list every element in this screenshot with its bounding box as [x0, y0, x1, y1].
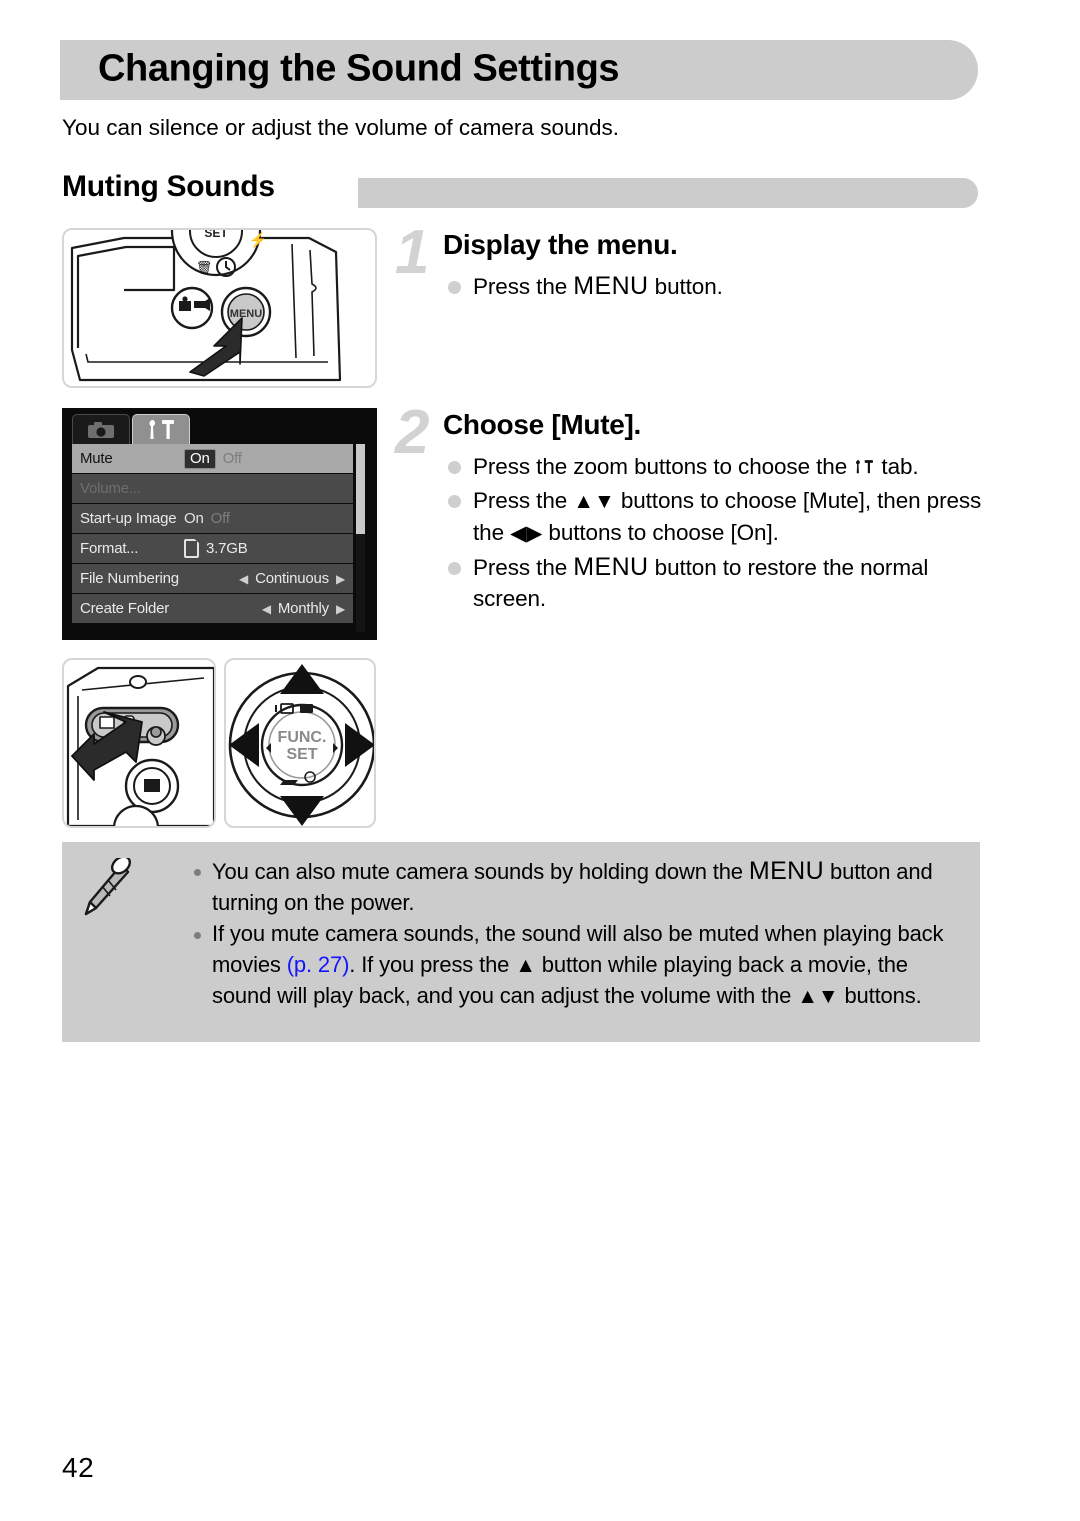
page-reference-link[interactable]: (p. 27)	[287, 952, 350, 977]
note-item-1: You can also mute camera sounds by holdi…	[190, 856, 964, 918]
section-heading-bar	[358, 178, 978, 208]
bullet-text-post: buttons to choose [On].	[542, 520, 779, 545]
menu-row-file-numbering[interactable]: File Numbering ◀ Continuous ▶	[72, 564, 353, 593]
camera-menu-button-illustration: SET ⚡ 🗑 MENU	[62, 228, 377, 388]
step-2-bullet-2: Press the ▲▼ buttons to choose [Mute], t…	[443, 485, 983, 549]
note-text-mid: . If you press the	[349, 951, 516, 977]
note-text-post: buttons.	[838, 983, 922, 1008]
menu-row-label: Start-up Image	[80, 510, 177, 527]
svg-text:⚡: ⚡	[249, 231, 268, 249]
menu-button-keyword: MENU	[573, 553, 649, 581]
menu-tab-row	[72, 414, 369, 444]
up-down-arrows-icon: ▲▼	[573, 490, 615, 513]
page-title: Changing the Sound Settings	[98, 47, 620, 90]
menu-row-startup-image[interactable]: Start-up Image On Off	[72, 504, 353, 533]
camera-back-drawing: SET ⚡ 🗑 MENU	[70, 230, 342, 382]
step-2: 2 Choose [Mute]. Press the zoom buttons …	[395, 402, 983, 617]
menu-row-label: Create Folder	[80, 600, 170, 617]
intro-text: You can silence or adjust the volume of …	[62, 115, 619, 140]
zoom-lever-drawing	[66, 666, 214, 826]
step-2-bullets: Press the zoom buttons to choose the tab…	[443, 451, 983, 614]
menu-row-label: Format...	[80, 540, 139, 557]
camera-icon	[88, 421, 114, 438]
memory-card-icon	[184, 539, 199, 558]
menu-row-label: Mute	[80, 450, 113, 467]
menu-button: MENU	[220, 286, 272, 338]
setup-tab-icon	[856, 460, 874, 474]
svg-text:SET: SET	[204, 230, 228, 240]
create-folder-value: Monthly	[277, 600, 329, 617]
svg-text:FUNC.: FUNC.	[278, 729, 327, 746]
bullet-text-post: tab.	[875, 454, 919, 479]
mute-off-option[interactable]: Off	[223, 450, 242, 467]
step-1-bullet-1: Press the MENU button.	[443, 271, 983, 302]
svg-text:MENU: MENU	[230, 308, 262, 320]
wrench-hammer-icon	[149, 419, 174, 439]
menu-row-mute[interactable]: Mute On Off	[72, 444, 353, 473]
pencil-icon	[84, 858, 131, 916]
startup-on-option[interactable]: On	[184, 510, 204, 527]
bullet-text-pre: Press the	[473, 555, 574, 580]
menu-row-value: ◀ Monthly ▶	[262, 600, 345, 617]
note-text-pre: You can also mute camera sounds by holdi…	[212, 859, 749, 884]
section-heading-text: Muting Sounds	[62, 170, 289, 204]
left-right-arrows-icon: ◀▶	[510, 522, 543, 545]
note-items: You can also mute camera sounds by holdi…	[190, 856, 964, 1014]
chevron-right-icon[interactable]: ▶	[336, 602, 345, 616]
step-1-bullets: Press the MENU button.	[443, 271, 983, 302]
svg-text:SET: SET	[286, 746, 317, 763]
menu-row-value: On Off	[184, 510, 230, 527]
func-set-control-pad-illustration: FUNC. SET	[224, 658, 376, 828]
menu-item-list: Mute On Off Volume... Start-up Image On …	[72, 444, 353, 623]
bullet-text-pre: Press the zoom buttons to choose the	[473, 454, 854, 479]
chevron-left-icon[interactable]: ◀	[239, 572, 248, 586]
camera-menu-screenshot: Mute On Off Volume... Start-up Image On …	[62, 408, 377, 640]
note-item-2: If you mute camera sounds, the sound wil…	[190, 919, 964, 1013]
step-1-title: Display the menu.	[443, 229, 678, 260]
menu-tab-shooting[interactable]	[72, 414, 130, 444]
up-arrow-icon: ▲	[515, 953, 536, 977]
menu-row-create-folder[interactable]: Create Folder ◀ Monthly ▶	[72, 594, 353, 623]
page-title-bar: Changing the Sound Settings	[60, 40, 978, 100]
menu-row-volume[interactable]: Volume...	[72, 474, 353, 503]
startup-off-option[interactable]: Off	[211, 510, 230, 527]
bullet-text-pre: Press the	[473, 274, 574, 299]
bullet-text-pre: Press the	[473, 488, 574, 513]
menu-button-keyword: MENU	[573, 272, 649, 300]
bullet-text-post: button.	[648, 274, 723, 299]
menu-row-label: Volume...	[80, 480, 141, 497]
mute-on-option[interactable]: On	[184, 448, 216, 469]
menu-row-value: 3.7GB	[184, 539, 248, 558]
control-pad-drawing: FUNC. SET	[228, 664, 374, 826]
section-heading: Muting Sounds	[60, 170, 978, 212]
note-box: You can also mute camera sounds by holdi…	[62, 842, 980, 1042]
chevron-left-icon[interactable]: ◀	[262, 602, 271, 616]
svg-text:🗑: 🗑	[196, 260, 213, 275]
page-number: 42	[62, 1452, 95, 1483]
menu-tab-setup[interactable]	[132, 414, 190, 444]
menu-row-value: ◀ Continuous ▶	[239, 570, 345, 587]
file-numbering-value: Continuous	[255, 570, 329, 587]
step-2-bullet-3: Press the MENU button to restore the nor…	[443, 552, 983, 614]
format-capacity-value: 3.7GB	[206, 540, 248, 557]
zoom-lever-illustration	[62, 658, 216, 828]
step-1: 1 Display the menu. Press the MENU butto…	[395, 222, 983, 305]
menu-row-value: On Off	[184, 448, 242, 469]
chevron-right-icon[interactable]: ▶	[336, 572, 345, 586]
up-down-arrows-icon: ▲▼	[797, 985, 839, 1008]
menu-button-keyword: MENU	[748, 857, 825, 885]
menu-row-format[interactable]: Format... 3.7GB	[72, 534, 353, 563]
shoot-playback-toggle-button	[170, 286, 214, 330]
step-2-bullet-1: Press the zoom buttons to choose the tab…	[443, 451, 983, 482]
step-2-number: 2	[395, 398, 430, 467]
step-1-number: 1	[395, 218, 430, 287]
menu-scrollbar-thumb[interactable]	[356, 444, 365, 534]
menu-row-label: File Numbering	[80, 570, 179, 587]
step-2-title: Choose [Mute].	[443, 409, 642, 440]
